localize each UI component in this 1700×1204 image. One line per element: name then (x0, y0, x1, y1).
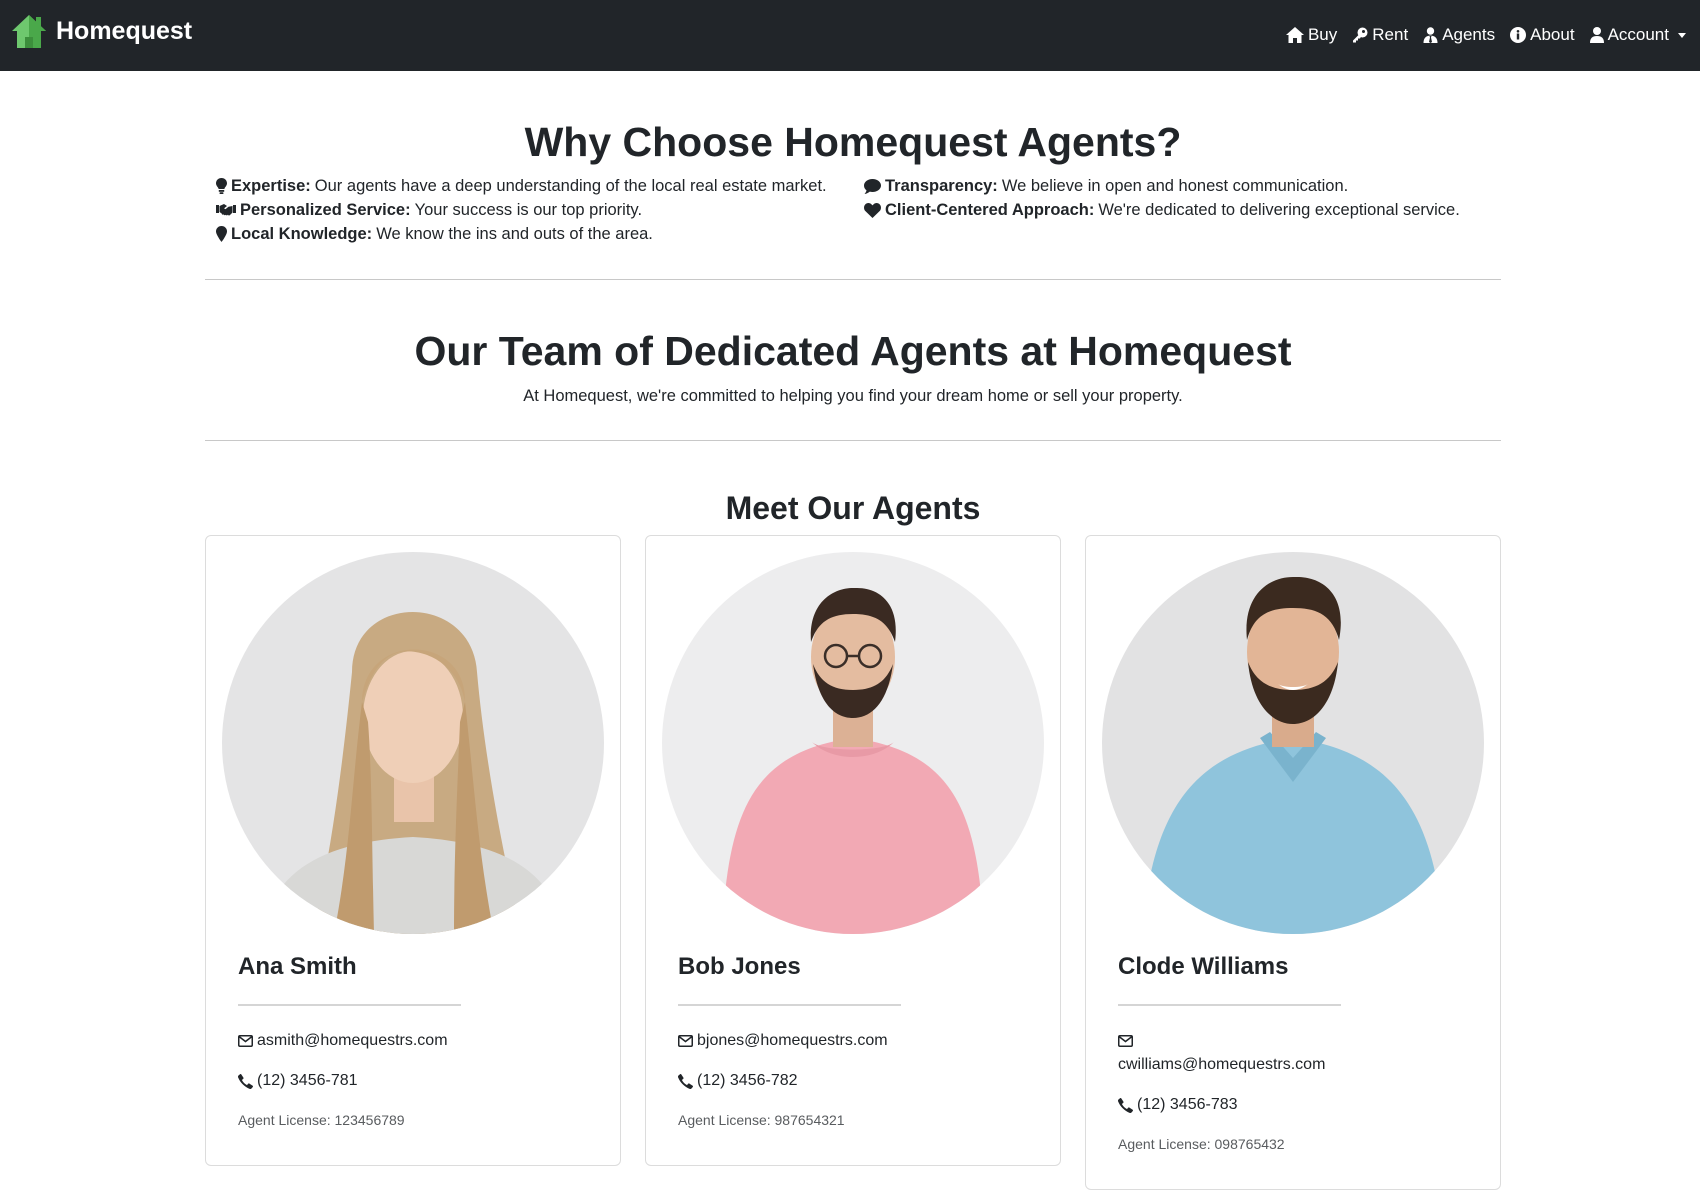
home-icon (1285, 27, 1304, 43)
card-divider (678, 1004, 901, 1006)
feature-text: We believe in open and honest communicat… (1001, 177, 1349, 195)
feature-local-knowledge: Local Knowledge: We know the ins and out… (216, 222, 856, 246)
nav-menu: Buy Rent Agents About Account (1271, 22, 1686, 48)
feature-transparency: Transparency: We believe in open and hon… (864, 174, 1504, 198)
feature-label: Transparency: (885, 177, 998, 195)
agent-name: Clode Williams (1118, 953, 1289, 980)
envelope-icon (238, 1035, 253, 1047)
feature-text: Your success is our top priority. (414, 201, 643, 219)
agent-contact: cwilliams@homequestrs.com (12) 3456-783 … (1118, 1029, 1478, 1155)
agent-card: Ana Smith asmith@homequestrs.com (12) 34… (205, 535, 621, 1166)
lightbulb-icon (216, 178, 227, 194)
why-choose-heading: Why Choose Homequest Agents? (524, 119, 1182, 165)
meet-agents-heading: Meet Our Agents (725, 490, 981, 526)
agent-email-row: asmith@homequestrs.com (238, 1029, 598, 1053)
agent-email-link[interactable]: asmith@homequestrs.com (257, 1029, 448, 1053)
feature-label: Expertise: (231, 177, 311, 195)
agent-email-row: bjones@homequestrs.com (678, 1029, 1038, 1053)
agent-card: Bob Jones bjones@homequestrs.com (12) 34… (645, 535, 1061, 1166)
team-heading: Our Team of Dedicated Agents at Homeques… (414, 328, 1292, 374)
house-logo-icon (12, 15, 46, 48)
navbar: Homequest Buy Rent Agents About Account (0, 0, 1700, 71)
envelope-icon (1118, 1035, 1133, 1047)
agent-license: Agent License: 098765432 (1118, 1136, 1285, 1152)
handshake-icon (216, 204, 236, 216)
agent-phone[interactable]: (12) 3456-782 (697, 1069, 798, 1093)
brand-link[interactable]: Homequest (11, 13, 192, 49)
agent-email-link[interactable]: cwilliams@homequestrs.com (1118, 1056, 1325, 1073)
agent-email-row: cwilliams@homequestrs.com (1118, 1035, 1343, 1077)
comment-icon (864, 178, 881, 194)
agent-photo (222, 552, 604, 934)
chevron-down-icon (1678, 32, 1686, 38)
feature-label: Personalized Service: (240, 201, 411, 219)
agent-photo (1102, 552, 1484, 934)
feature-client-centered: Client-Centered Approach: We're dedicate… (864, 198, 1504, 222)
heart-icon (864, 202, 881, 218)
feature-personalized-service: Personalized Service: Your success is ou… (216, 198, 856, 222)
agent-phone-row: (12) 3456-782 (678, 1069, 1038, 1093)
nav-rent-label: Rent (1372, 25, 1409, 44)
nav-account-dropdown[interactable]: Account (1589, 22, 1686, 48)
feature-text: We know the ins and outs of the area. (376, 225, 653, 243)
agent-phone[interactable]: (12) 3456-783 (1137, 1093, 1238, 1117)
nav-account-label: Account (1607, 25, 1669, 44)
map-pin-icon (216, 226, 227, 242)
nav-buy[interactable]: Buy (1285, 22, 1338, 48)
nav-agents[interactable]: Agents (1423, 22, 1495, 48)
phone-icon (238, 1073, 253, 1089)
envelope-icon (678, 1035, 693, 1047)
feature-label: Local Knowledge: (231, 225, 373, 243)
user-icon (1589, 27, 1604, 43)
section-divider (205, 279, 1501, 280)
card-divider (1118, 1004, 1341, 1006)
feature-label: Client-Centered Approach: (885, 201, 1095, 219)
agent-phone-row: (12) 3456-783 (1118, 1093, 1478, 1117)
phone-icon (678, 1073, 693, 1089)
feature-expertise: Expertise: Our agents have a deep unders… (216, 174, 856, 198)
section-divider (205, 440, 1501, 441)
features-column-left: Expertise: Our agents have a deep unders… (216, 174, 856, 246)
nav-about[interactable]: About (1510, 22, 1575, 48)
agent-license: Agent License: 987654321 (678, 1112, 845, 1128)
agent-photo (662, 552, 1044, 934)
team-subtitle: At Homequest, we're committed to helping… (523, 387, 1183, 405)
feature-text: Our agents have a deep understanding of … (314, 177, 827, 195)
agent-name: Bob Jones (678, 953, 801, 980)
agent-card: Clode Williams cwilliams@homequestrs.com… (1085, 535, 1501, 1190)
feature-text: We're dedicated to delivering exceptiona… (1098, 201, 1460, 219)
agent-phone-row: (12) 3456-781 (238, 1069, 598, 1093)
info-icon (1510, 27, 1527, 43)
brand-name: Homequest (56, 17, 193, 45)
agent-email-link[interactable]: bjones@homequestrs.com (697, 1029, 888, 1053)
agent-contact: bjones@homequestrs.com (12) 3456-782 Age… (678, 1029, 1038, 1131)
agent-license: Agent License: 123456789 (238, 1112, 405, 1128)
nav-rent[interactable]: Rent (1352, 22, 1408, 48)
card-divider (238, 1004, 461, 1006)
nav-agents-label: Agents (1442, 25, 1496, 44)
nav-buy-label: Buy (1307, 25, 1338, 44)
agent-phone[interactable]: (12) 3456-781 (257, 1069, 358, 1093)
nav-about-label: About (1530, 25, 1575, 44)
key-icon (1353, 27, 1368, 43)
phone-icon (1118, 1097, 1133, 1113)
features-column-right: Transparency: We believe in open and hon… (864, 174, 1504, 222)
agent-contact: asmith@homequestrs.com (12) 3456-781 Age… (238, 1029, 598, 1131)
agent-name: Ana Smith (238, 953, 357, 980)
agents-icon (1423, 27, 1438, 43)
